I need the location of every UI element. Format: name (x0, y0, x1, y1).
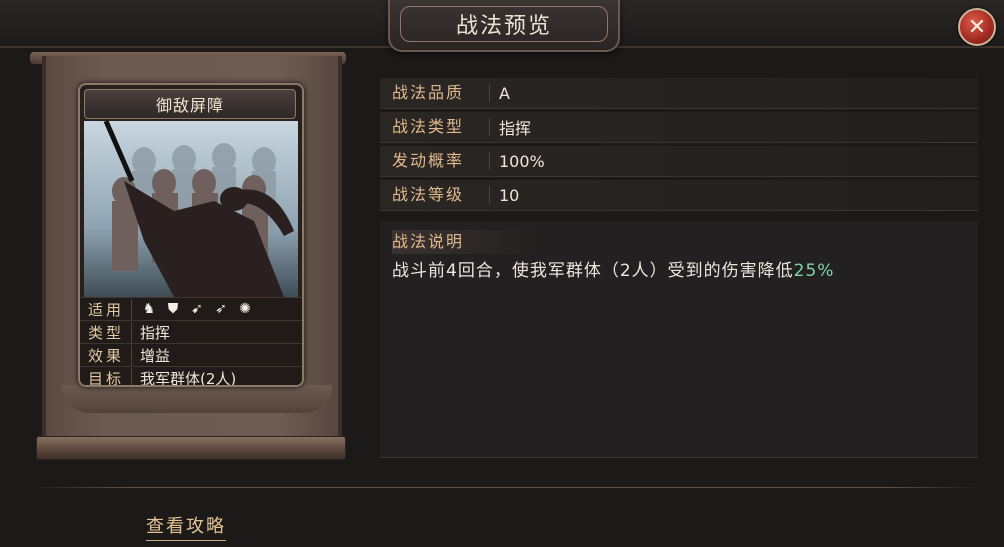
attr-value: 指挥 (499, 119, 532, 138)
card-row-value: 增益 (140, 346, 171, 365)
description-panel: 战法说明 战斗前4回合，使我军群体（2人）受到的伤害降低25% (380, 221, 978, 458)
scroll-curl (62, 385, 332, 413)
description-main: 战斗前4回合，使我军群体（2人）受到的伤害降低 (392, 261, 794, 281)
window-title: 战法预览 (400, 6, 608, 42)
card-row-target: 目标 我军群体(2人) (80, 366, 302, 387)
description-highlight: 25% (793, 261, 835, 281)
card-row-effect: 效果 增益 (80, 343, 302, 366)
description-title: 战法说明 (392, 230, 542, 254)
attr-row-level: 战法等级 10 (380, 180, 978, 211)
attr-value: A (499, 83, 510, 103)
card-row-key: 目标 (80, 367, 132, 385)
wheel-icon: ✺ (239, 301, 251, 317)
bow-icon: ➹ (191, 301, 203, 317)
attr-key: 战法品质 (380, 84, 490, 102)
close-icon: ✕ (967, 14, 987, 40)
close-button[interactable]: ✕ (958, 8, 996, 46)
card-artwork (84, 121, 298, 297)
view-guide-link[interactable]: 查看攻略 (146, 512, 226, 541)
tactic-card: 御敌屏障 适用 ♞ ⛊ ➹ ➶ ✺ 类型 指挥 效果 增益 目标 我军群体(2人… (78, 83, 304, 387)
card-row-applicable: 适用 ♞ ⛊ ➹ ➶ ✺ (80, 297, 302, 320)
card-row-key: 适用 (80, 298, 132, 320)
card-row-key: 类型 (80, 321, 132, 343)
card-row-type: 类型 指挥 (80, 320, 302, 343)
card-name: 御敌屏障 (84, 89, 296, 119)
card-row-value: 我军群体(2人) (140, 369, 237, 387)
title-plate: 战法预览 (388, 0, 620, 52)
card-info: 适用 ♞ ⛊ ➹ ➶ ✺ 类型 指挥 效果 增益 目标 我军群体(2人) (80, 297, 302, 387)
description-text: 战斗前4回合，使我军群体（2人）受到的伤害降低25% (392, 256, 834, 281)
attr-key: 发动概率 (380, 152, 490, 170)
attr-key: 战法类型 (380, 118, 490, 136)
attr-value: 100% (499, 151, 545, 171)
attr-row-quality: 战法品质 A (380, 78, 978, 109)
troop-type-icons: ♞ ⛊ ➹ ➶ ✺ (132, 300, 254, 318)
attr-key: 战法等级 (380, 186, 490, 204)
shield-icon: ⛊ (167, 301, 179, 317)
cavalry-icon: ♞ (142, 301, 156, 317)
card-row-value: 指挥 (140, 323, 171, 342)
scroll-bottom-rod (36, 436, 346, 460)
divider (30, 487, 982, 488)
attr-value: 10 (499, 185, 520, 205)
attr-row-type: 战法类型 指挥 (380, 112, 978, 143)
attr-row-probability: 发动概率 100% (380, 146, 978, 177)
spear-icon: ➶ (215, 301, 227, 317)
card-row-key: 效果 (80, 344, 132, 366)
